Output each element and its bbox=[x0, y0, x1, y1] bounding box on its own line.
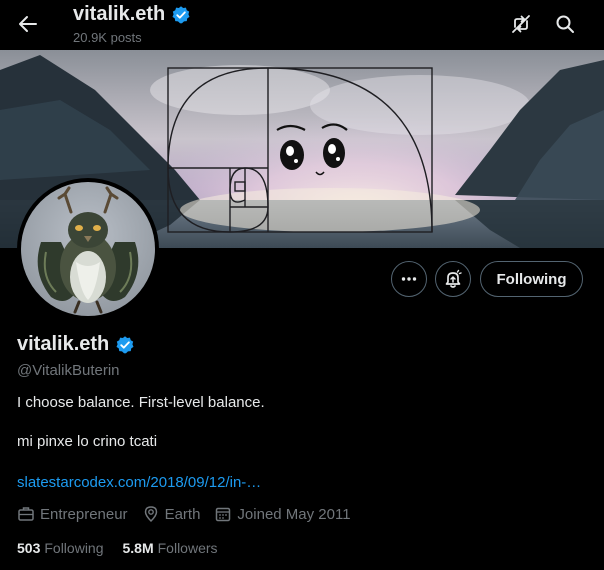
following-link[interactable]: 503 Following bbox=[17, 540, 104, 556]
profile-meta: Entrepreneur Earth Joined May 2011 bbox=[17, 505, 365, 523]
followers-link[interactable]: 5.8M Followers bbox=[123, 540, 218, 556]
back-button[interactable] bbox=[14, 10, 42, 38]
bio-line-1: I choose balance. First-level balance. bbox=[17, 394, 265, 411]
post-count: 20.9K posts bbox=[73, 30, 142, 45]
following-count: 503 bbox=[17, 540, 41, 556]
location-text: Earth bbox=[164, 505, 201, 523]
no-retweets-button[interactable] bbox=[509, 12, 533, 36]
location-item: Earth bbox=[142, 505, 201, 523]
profession-text: Entrepreneur bbox=[40, 505, 128, 523]
joined-item: Joined May 2011 bbox=[214, 505, 351, 523]
bio-line-2: mi pinxe lo crino tcati bbox=[17, 433, 158, 450]
notification-bell-icon bbox=[445, 269, 462, 288]
profile-name-text: vitalik.eth bbox=[17, 333, 110, 355]
location-pin-icon bbox=[144, 506, 157, 523]
following-button[interactable]: Following bbox=[480, 261, 583, 297]
verified-badge-icon[interactable] bbox=[115, 335, 135, 355]
search-icon bbox=[556, 15, 574, 33]
back-arrow-icon bbox=[19, 16, 37, 32]
more-options-button[interactable] bbox=[391, 261, 427, 297]
search-button[interactable] bbox=[553, 12, 577, 36]
header-title: vitalik.eth bbox=[73, 3, 191, 26]
profession-item: Entrepreneur bbox=[17, 505, 128, 523]
calendar-icon bbox=[216, 507, 231, 522]
followers-label: Followers bbox=[157, 540, 218, 556]
following-label: Following bbox=[44, 540, 104, 556]
profile-avatar[interactable] bbox=[17, 178, 159, 320]
profile-website-link[interactable]: slatestarcodex.com/2018/09/12/in-… bbox=[17, 474, 261, 491]
no-retweets-icon bbox=[512, 15, 530, 33]
joined-text: Joined May 2011 bbox=[237, 505, 351, 523]
verified-badge-icon bbox=[172, 5, 190, 23]
briefcase-icon bbox=[18, 507, 34, 521]
more-icon bbox=[401, 277, 417, 281]
follow-stats: 503 Following 5.8M Followers bbox=[17, 540, 237, 556]
notifications-button[interactable] bbox=[435, 261, 471, 297]
top-bar: vitalik.eth 20.9K posts bbox=[0, 0, 604, 50]
profile-display-name: vitalik.eth bbox=[17, 333, 135, 356]
profile-handle: @VitalikButerin bbox=[17, 362, 120, 379]
avatar-image bbox=[21, 182, 155, 316]
header-name: vitalik.eth bbox=[73, 3, 166, 25]
followers-count: 5.8M bbox=[122, 540, 154, 556]
